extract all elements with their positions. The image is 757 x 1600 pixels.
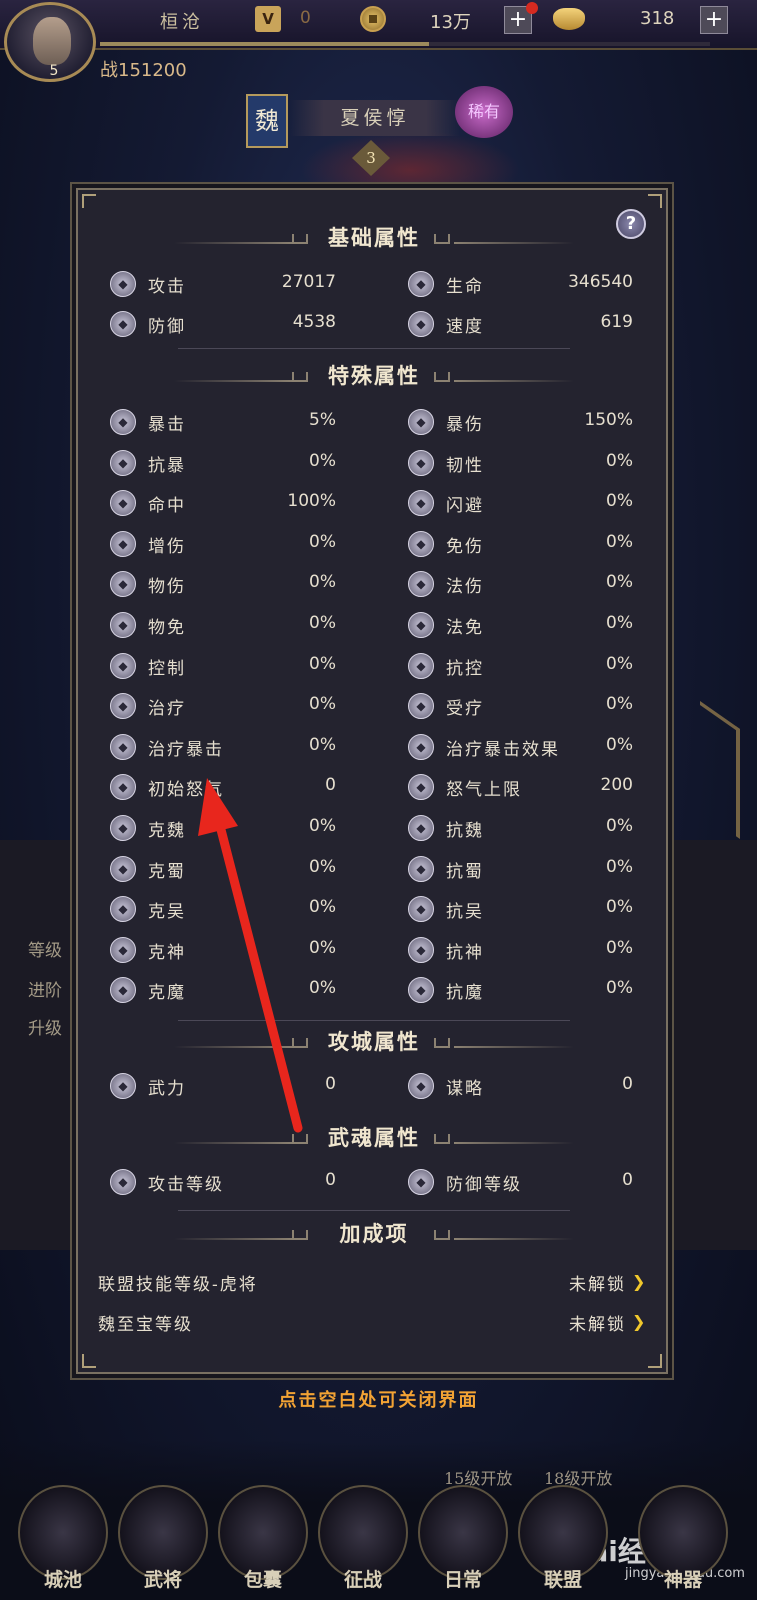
nav-label: 征战 — [343, 1569, 382, 1591]
nav-label: 联盟 — [543, 1569, 582, 1591]
nav-label: 包囊 — [243, 1569, 282, 1591]
nav-label: 神器 — [663, 1569, 702, 1591]
annotation-arrow-icon — [198, 778, 303, 1133]
arrow-shaft — [213, 813, 303, 1133]
nav-label: 城池 — [43, 1569, 82, 1591]
arrow-head — [198, 778, 238, 836]
nav-label: 日常 — [443, 1569, 482, 1591]
nav-label: 武将 — [143, 1569, 182, 1591]
